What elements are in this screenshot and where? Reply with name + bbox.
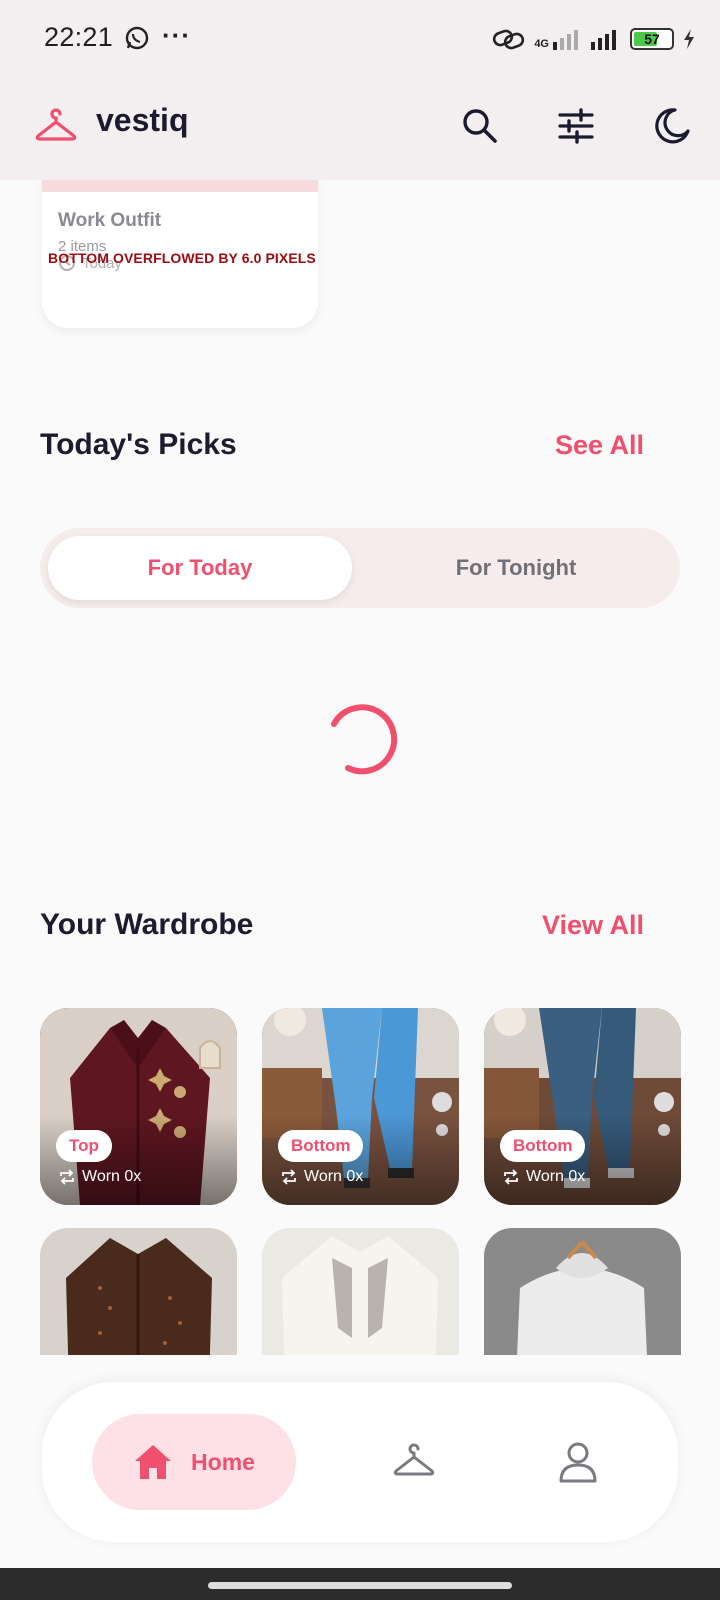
outfit-title: Work Outfit xyxy=(58,210,162,231)
filter-icon xyxy=(558,108,594,144)
category-badge: Bottom xyxy=(500,1130,586,1162)
category-badge: Top xyxy=(56,1130,112,1162)
nav-wardrobe[interactable] xyxy=(386,1434,442,1490)
wardrobe-title: Your Wardrobe xyxy=(40,908,254,941)
view-all-link[interactable]: View All xyxy=(542,910,644,941)
worn-count: Worn 0x xyxy=(280,1168,363,1186)
item-image xyxy=(40,1228,237,1355)
hanger-icon xyxy=(35,108,77,141)
app-title: vestiq xyxy=(96,102,189,138)
profile-icon xyxy=(559,1442,597,1483)
hanger-icon xyxy=(393,1443,435,1476)
status-bar: 22:21 ··· 4G 57 xyxy=(0,0,720,78)
filter-button[interactable] xyxy=(552,102,600,150)
wardrobe-item[interactable] xyxy=(40,1228,237,1355)
item-image xyxy=(484,1228,681,1355)
moon-icon xyxy=(655,108,690,144)
search-button[interactable] xyxy=(456,102,504,150)
nav-home-label: Home xyxy=(191,1448,255,1475)
charging-icon xyxy=(684,29,694,49)
worn-count: Worn 0x xyxy=(502,1168,585,1186)
tab-for-tonight[interactable]: For Tonight xyxy=(360,536,672,600)
home-icon xyxy=(135,1445,172,1479)
whatsapp-icon xyxy=(125,26,149,50)
overflow-warning: BOTTOM OVERFLOWED BY 6.0 PIXELS xyxy=(48,250,316,266)
tab-for-today[interactable]: For Today xyxy=(48,536,352,600)
battery-level: 57 xyxy=(644,31,660,47)
app-bar: vestiq xyxy=(0,78,720,180)
status-icons: 4G 57 xyxy=(492,24,696,54)
battery-icon: 57 xyxy=(630,28,674,50)
loading-spinner xyxy=(331,704,398,775)
wardrobe-item[interactable]: Bottom Worn 0x xyxy=(262,1008,459,1205)
repeat-icon xyxy=(60,1169,74,1185)
picks-tab-bar: For Today For Tonight xyxy=(40,528,680,608)
link-icon xyxy=(493,29,525,50)
repeat-icon xyxy=(282,1169,296,1185)
item-image xyxy=(262,1228,459,1355)
card-color-stripe xyxy=(42,180,318,192)
nav-home[interactable]: Home xyxy=(92,1414,296,1510)
nav-profile[interactable] xyxy=(550,1434,606,1490)
network-label: 4G xyxy=(534,28,582,50)
wardrobe-item[interactable]: Bottom Worn 0x xyxy=(484,1008,681,1205)
status-time: 22:21 xyxy=(44,22,114,52)
theme-toggle-button[interactable] xyxy=(648,102,696,150)
wardrobe-item[interactable]: Top Worn 0x xyxy=(40,1008,237,1205)
signal-icon xyxy=(553,30,578,50)
bottom-nav: Home xyxy=(42,1382,678,1542)
worn-count: Worn 0x xyxy=(58,1168,141,1186)
home-gesture-bar[interactable] xyxy=(208,1582,512,1589)
picks-title: Today's Picks xyxy=(40,428,237,461)
signal-icon xyxy=(591,30,616,50)
more-notifications-icon: ··· xyxy=(162,20,191,50)
see-all-link[interactable]: See All xyxy=(555,430,644,461)
repeat-icon xyxy=(504,1169,518,1185)
wardrobe-row-2 xyxy=(0,1228,720,1355)
category-badge: Bottom xyxy=(278,1130,364,1162)
wardrobe-item[interactable] xyxy=(262,1228,459,1355)
search-icon xyxy=(463,109,497,143)
wardrobe-item[interactable] xyxy=(484,1228,681,1355)
